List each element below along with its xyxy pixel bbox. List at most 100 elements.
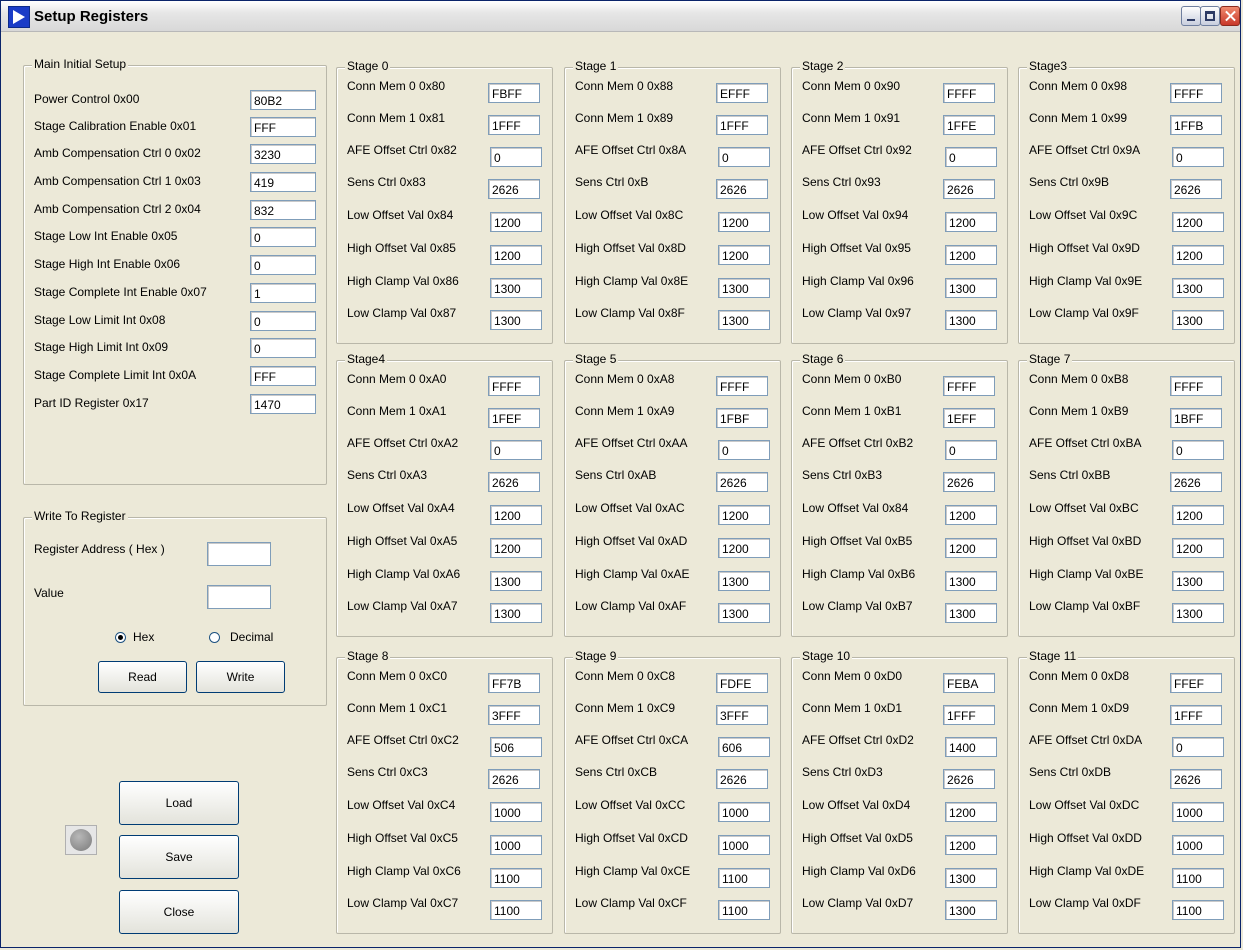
stage-register-value-field[interactable]: 1200 xyxy=(718,245,770,265)
stage-register-value-field[interactable]: 2626 xyxy=(943,179,995,199)
stage-register-value-field[interactable]: 1200 xyxy=(945,538,997,558)
stage-register-value-field[interactable]: 1200 xyxy=(1172,212,1224,232)
stage-register-value-field[interactable]: 1300 xyxy=(490,603,542,623)
stage-register-value-field[interactable]: 1300 xyxy=(945,310,997,330)
read-button[interactable]: Read xyxy=(98,661,187,693)
stage-register-value-field[interactable]: 1200 xyxy=(490,505,542,525)
stage-register-value-field[interactable]: 1FBF xyxy=(716,408,768,428)
stage-register-value-field[interactable]: 606 xyxy=(718,737,770,757)
stage-register-value-field[interactable]: 1200 xyxy=(945,802,997,822)
stage-register-value-field[interactable]: 2626 xyxy=(488,472,540,492)
stage-register-value-field[interactable]: 1200 xyxy=(718,212,770,232)
stage-register-value-field[interactable]: 1100 xyxy=(490,868,542,888)
stage-register-value-field[interactable]: 1200 xyxy=(490,538,542,558)
main-setup-value-field[interactable]: FFF xyxy=(250,366,316,386)
stage-register-value-field[interactable]: FBFF xyxy=(488,83,540,103)
main-setup-value-field[interactable]: 0 xyxy=(250,311,316,331)
stage-register-value-field[interactable]: FFFF xyxy=(1170,83,1222,103)
stage-register-value-field[interactable]: 1300 xyxy=(1172,603,1224,623)
stage-register-value-field[interactable]: 1000 xyxy=(1172,835,1224,855)
stage-register-value-field[interactable]: 1300 xyxy=(718,571,770,591)
stage-register-value-field[interactable]: 506 xyxy=(490,737,542,757)
stage-register-value-field[interactable]: 1FFF xyxy=(943,705,995,725)
stage-register-value-field[interactable]: FFFF xyxy=(1170,376,1222,396)
stage-register-value-field[interactable]: 1300 xyxy=(1172,278,1224,298)
stage-register-value-field[interactable]: 1400 xyxy=(945,737,997,757)
stage-register-value-field[interactable]: 0 xyxy=(490,147,542,167)
load-button[interactable]: Load xyxy=(119,781,239,825)
close-window-icon[interactable] xyxy=(1220,6,1240,26)
stage-register-value-field[interactable]: 1300 xyxy=(945,603,997,623)
stage-register-value-field[interactable]: 0 xyxy=(718,147,770,167)
stage-register-value-field[interactable]: 2626 xyxy=(488,179,540,199)
stage-register-value-field[interactable]: 1FFF xyxy=(716,115,768,135)
register-address-input[interactable] xyxy=(207,542,271,566)
stage-register-value-field[interactable]: 1300 xyxy=(490,278,542,298)
stage-register-value-field[interactable]: 1200 xyxy=(945,505,997,525)
stage-register-value-field[interactable]: 0 xyxy=(945,440,997,460)
main-setup-value-field[interactable]: 1 xyxy=(250,283,316,303)
stage-register-value-field[interactable]: 0 xyxy=(718,440,770,460)
stage-register-value-field[interactable]: 1100 xyxy=(718,900,770,920)
stage-register-value-field[interactable]: 1100 xyxy=(1172,868,1224,888)
stage-register-value-field[interactable]: 1000 xyxy=(490,802,542,822)
save-button[interactable]: Save xyxy=(119,835,239,879)
main-setup-value-field[interactable]: 80B2 xyxy=(250,90,316,110)
stage-register-value-field[interactable]: 1000 xyxy=(1172,802,1224,822)
stage-register-value-field[interactable]: 1300 xyxy=(945,900,997,920)
stage-register-value-field[interactable]: FFFF xyxy=(716,376,768,396)
stage-register-value-field[interactable]: 3FFF xyxy=(716,705,768,725)
stage-register-value-field[interactable]: 0 xyxy=(1172,147,1224,167)
stage-register-value-field[interactable]: 1000 xyxy=(490,835,542,855)
stage-register-value-field[interactable]: 1300 xyxy=(945,278,997,298)
main-setup-value-field[interactable]: 3230 xyxy=(250,144,316,164)
stage-register-value-field[interactable]: 1200 xyxy=(945,212,997,232)
stage-register-value-field[interactable]: 1000 xyxy=(718,835,770,855)
stage-register-value-field[interactable]: FEBA xyxy=(943,673,995,693)
stage-register-value-field[interactable]: FFFF xyxy=(488,376,540,396)
stage-register-value-field[interactable]: 1100 xyxy=(490,900,542,920)
hex-radio[interactable] xyxy=(115,632,126,643)
stage-register-value-field[interactable]: FF7B xyxy=(488,673,540,693)
stage-register-value-field[interactable]: 1100 xyxy=(718,868,770,888)
stage-register-value-field[interactable]: EFFF xyxy=(716,83,768,103)
decimal-radio[interactable] xyxy=(209,632,220,643)
stage-register-value-field[interactable]: FFEF xyxy=(1170,673,1222,693)
stage-register-value-field[interactable]: 1200 xyxy=(1172,505,1224,525)
title-bar[interactable]: Setup Registers xyxy=(1,1,1240,32)
stage-register-value-field[interactable]: 2626 xyxy=(716,179,768,199)
stage-register-value-field[interactable]: 1100 xyxy=(1172,900,1224,920)
stage-register-value-field[interactable]: 2626 xyxy=(1170,179,1222,199)
stage-register-value-field[interactable]: 1FFE xyxy=(943,115,995,135)
stage-register-value-field[interactable]: 1FFF xyxy=(488,115,540,135)
stage-register-value-field[interactable]: 2626 xyxy=(716,472,768,492)
stage-register-value-field[interactable]: 1300 xyxy=(490,310,542,330)
stage-register-value-field[interactable]: 0 xyxy=(945,147,997,167)
stage-register-value-field[interactable]: 1200 xyxy=(945,835,997,855)
maximize-icon[interactable] xyxy=(1200,6,1220,26)
stage-register-value-field[interactable]: 1200 xyxy=(490,212,542,232)
stage-register-value-field[interactable]: 1000 xyxy=(718,802,770,822)
stage-register-value-field[interactable]: 1FFF xyxy=(1170,705,1222,725)
stage-register-value-field[interactable]: 1300 xyxy=(718,310,770,330)
stage-register-value-field[interactable]: 2626 xyxy=(1170,769,1222,789)
main-setup-value-field[interactable]: 0 xyxy=(250,338,316,358)
stage-register-value-field[interactable]: 1EFF xyxy=(943,408,995,428)
main-setup-value-field[interactable]: 832 xyxy=(250,200,316,220)
write-button[interactable]: Write xyxy=(196,661,285,693)
stage-register-value-field[interactable]: 1300 xyxy=(718,278,770,298)
close-button[interactable]: Close xyxy=(119,890,239,934)
stage-register-value-field[interactable]: 2626 xyxy=(943,472,995,492)
stage-register-value-field[interactable]: 0 xyxy=(1172,737,1224,757)
stage-register-value-field[interactable]: 1200 xyxy=(718,505,770,525)
stage-register-value-field[interactable]: 0 xyxy=(1172,440,1224,460)
stage-register-value-field[interactable]: 1200 xyxy=(1172,245,1224,265)
main-setup-value-field[interactable]: 0 xyxy=(250,227,316,247)
stage-register-value-field[interactable]: 2626 xyxy=(943,769,995,789)
stage-register-value-field[interactable]: 2626 xyxy=(1170,472,1222,492)
main-setup-value-field[interactable]: 0 xyxy=(250,255,316,275)
stage-register-value-field[interactable]: FDFE xyxy=(716,673,768,693)
stage-register-value-field[interactable]: 1300 xyxy=(945,868,997,888)
main-setup-value-field[interactable]: FFF xyxy=(250,117,316,137)
stage-register-value-field[interactable]: 1FEF xyxy=(488,408,540,428)
